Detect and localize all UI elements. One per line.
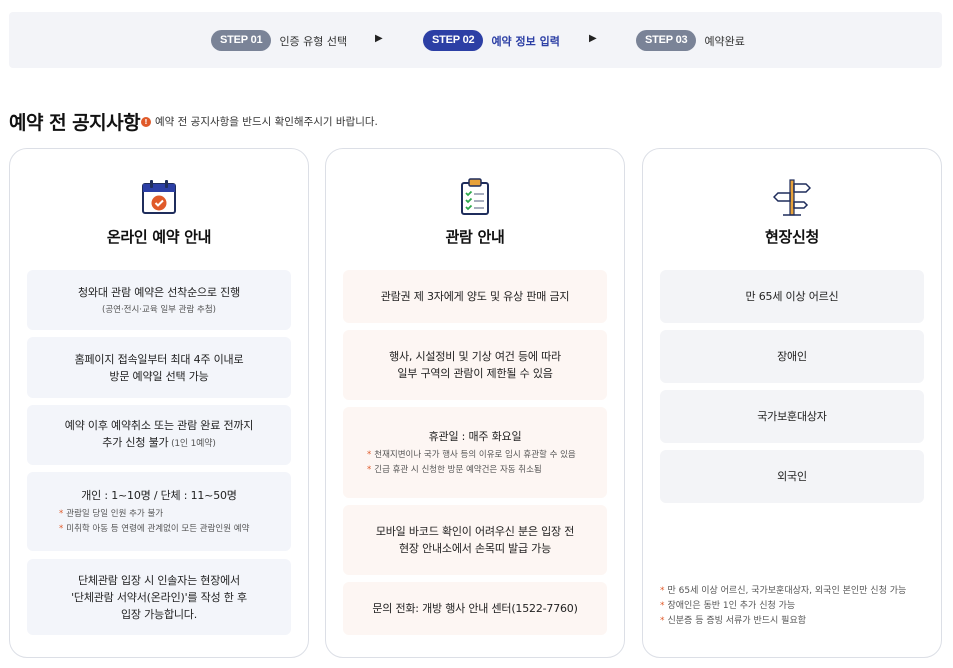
- viewing-info-text: 행사, 시설정비 및 기상 여건 등에 따라 일부 구역의 관람이 제한될 수 …: [389, 350, 561, 380]
- viewing-guide-card: 관람 안내 관람권 제 3자에게 양도 및 유상 판매 금지 행사, 시설정비 …: [325, 148, 625, 658]
- onsite-application-card: 현장신청 만 65세 이상 어르신 장애인 국가보훈대상자 외국인 * 만 65세…: [642, 148, 942, 658]
- viewing-info-item: 관람권 제 3자에게 양도 및 유상 판매 금지: [343, 270, 607, 323]
- step-progress-bar: STEP 01 인증 유형 선택 ▶ STEP 02 예약 정보 입력 ▶ ST…: [9, 12, 942, 68]
- signpost-icon: [773, 179, 811, 216]
- online-info-item: 예약 이후 예약취소 또는 관람 완료 전까지 추가 신청 불가 (1인 1예약…: [27, 405, 291, 465]
- bullet-note: * 만 65세 이상 어르신, 국가보훈대상자, 외국인 본인만 신청 가능: [660, 584, 906, 599]
- info-icon: !: [141, 116, 151, 127]
- viewing-info-text: 관람권 제 3자에게 양도 및 유상 판매 금지: [380, 290, 570, 303]
- bullet-text: 관람일 당일 인원 추가 불가: [66, 508, 164, 519]
- asterisk-icon: *: [660, 616, 665, 626]
- step-3: STEP 03 예약완료: [636, 30, 745, 51]
- bullet-text: 천재지변이나 국가 행사 등의 이유로 임시 휴관할 수 있음: [374, 449, 576, 460]
- bullet-note: * 천재지변이나 국가 행사 등의 이유로 임시 휴관할 수 있음: [367, 448, 601, 463]
- calendar-check-icon: [142, 180, 176, 214]
- viewing-info-text: 문의 전화: 개방 행사 안내 센터(1522-7760): [372, 602, 578, 615]
- onsite-eligibility-text: 만 65세 이상 어르신: [745, 290, 839, 303]
- viewing-info-text: 모바일 바코드 확인이 어려우신 분은 입장 전 현장 안내소에서 손목띠 발급…: [375, 525, 575, 555]
- step-arrow-icon: ▶: [375, 33, 383, 44]
- online-info-item: 개인 : 1~10명 / 단체 : 11~50명 * 관람일 당일 인원 추가 불…: [27, 472, 291, 551]
- viewing-info-text: 휴관일 : 매주 화요일: [428, 429, 522, 443]
- onsite-eligibility-item: 외국인: [660, 450, 924, 503]
- online-info-text: 예약 이후 예약취소 또는 관람 완료 전까지 추가 신청 불가 (1인 1예약…: [64, 417, 254, 453]
- step-3-label: 예약완료: [704, 34, 745, 48]
- online-info-text-note: (1인 1예약): [168, 439, 216, 449]
- notice-subtitle-text: 예약 전 공지사항을 반드시 확인해주시기 바랍니다.: [155, 116, 378, 128]
- online-card-title: 온라인 예약 안내: [106, 228, 212, 246]
- bullet-note: * 긴급 휴관 시 신청한 방문 예약건은 자동 취소됨: [367, 463, 601, 478]
- bullet-text: 장애인은 동반 1인 추가 신청 가능: [667, 601, 796, 611]
- notice-subtitle: ! 예약 전 공지사항을 반드시 확인해주시기 바랍니다.: [141, 114, 378, 129]
- viewing-info-item: 문의 전화: 개방 행사 안내 센터(1522-7760): [343, 582, 607, 635]
- bullet-note: * 관람일 당일 인원 추가 불가: [59, 507, 285, 522]
- viewing-info-item: 행사, 시설정비 및 기상 여건 등에 따라 일부 구역의 관람이 제한될 수 …: [343, 330, 607, 400]
- online-info-text: 개인 : 1~10명 / 단체 : 11~50명: [81, 488, 237, 502]
- onsite-eligibility-item: 장애인: [660, 330, 924, 383]
- asterisk-icon: *: [59, 508, 64, 519]
- online-info-item: 단체관람 입장 시 인솔자는 현장에서 '단체관람 서약서(온라인)'를 작성 …: [27, 559, 291, 635]
- online-reservation-card: 온라인 예약 안내 청와대 관람 예약은 선착순으로 진행 (공연·전시·교육 …: [9, 148, 309, 658]
- onsite-card-title: 현장신청: [764, 228, 819, 246]
- onsite-notes: * 만 65세 이상 어르신, 국가보훈대상자, 외국인 본인만 신청 가능 * 장…: [660, 584, 906, 629]
- step-1-label: 인증 유형 선택: [279, 34, 348, 48]
- step-2-label: 예약 정보 입력: [491, 34, 560, 48]
- onsite-eligibility-item: 만 65세 이상 어르신: [660, 270, 924, 323]
- bullet-text: 미취학 아동 등 연령에 관계없이 모든 관람인원 예약: [66, 523, 250, 534]
- step-3-badge: STEP 03: [636, 30, 697, 51]
- bullet-text: 신분증 등 증빙 서류가 반드시 필요함: [667, 616, 807, 626]
- online-info-item: 청와대 관람 예약은 선착순으로 진행 (공연·전시·교육 일부 관람 추첨): [27, 270, 291, 330]
- viewing-info-item: 모바일 바코드 확인이 어려우신 분은 입장 전 현장 안내소에서 손목띠 발급…: [343, 505, 607, 575]
- viewing-card-title: 관람 안내: [445, 228, 505, 246]
- viewing-info-item: 휴관일 : 매주 화요일 * 천재지변이나 국가 행사 등의 이유로 임시 휴관할…: [343, 407, 607, 498]
- page-title: 예약 전 공지사항: [9, 112, 141, 134]
- viewing-info-bullets: * 천재지변이나 국가 행사 등의 이유로 임시 휴관할 수 있음 * 긴급 휴관 …: [349, 448, 601, 478]
- step-2: STEP 02 예약 정보 입력: [423, 30, 560, 51]
- asterisk-icon: *: [59, 523, 64, 534]
- asterisk-icon: *: [660, 586, 665, 596]
- asterisk-icon: *: [660, 601, 665, 611]
- onsite-eligibility-item: 국가보훈대상자: [660, 390, 924, 443]
- clipboard-checklist-icon: [461, 178, 489, 215]
- step-1: STEP 01 인증 유형 선택: [211, 30, 347, 51]
- onsite-eligibility-text: 국가보훈대상자: [757, 410, 827, 423]
- online-info-bullets: * 관람일 당일 인원 추가 불가 * 미취학 아동 등 연령에 관계없이 모든 관…: [33, 507, 285, 537]
- bullet-note: * 장애인은 동반 1인 추가 신청 가능: [660, 599, 906, 614]
- step-2-badge: STEP 02: [423, 30, 484, 51]
- onsite-eligibility-text: 장애인: [777, 350, 807, 363]
- online-info-text: 단체관람 입장 시 인솔자는 현장에서 '단체관람 서약서(온라인)'를 작성 …: [71, 573, 247, 621]
- online-info-text-main: 예약 이후 예약취소 또는 관람 완료 전까지 추가 신청 불가: [64, 419, 254, 449]
- step-arrow-icon: ▶: [589, 33, 597, 44]
- online-info-text: 홈페이지 접속일부터 최대 4주 이내로 방문 예약일 선택 가능: [74, 352, 244, 383]
- online-info-item: 홈페이지 접속일부터 최대 4주 이내로 방문 예약일 선택 가능: [27, 337, 291, 398]
- online-info-subtext: (공연·전시·교육 일부 관람 추첨): [102, 304, 216, 315]
- onsite-eligibility-text: 외국인: [777, 470, 807, 483]
- bullet-text: 긴급 휴관 시 신청한 방문 예약건은 자동 취소됨: [374, 464, 542, 475]
- step-1-badge: STEP 01: [211, 30, 272, 51]
- bullet-text: 만 65세 이상 어르신, 국가보훈대상자, 외국인 본인만 신청 가능: [667, 586, 907, 596]
- bullet-note: * 미취학 아동 등 연령에 관계없이 모든 관람인원 예약: [59, 522, 285, 537]
- asterisk-icon: *: [367, 464, 372, 475]
- online-info-text: 청와대 관람 예약은 선착순으로 진행: [78, 285, 240, 299]
- bullet-note: * 신분증 등 증빙 서류가 반드시 필요함: [660, 614, 906, 629]
- asterisk-icon: *: [367, 449, 372, 460]
